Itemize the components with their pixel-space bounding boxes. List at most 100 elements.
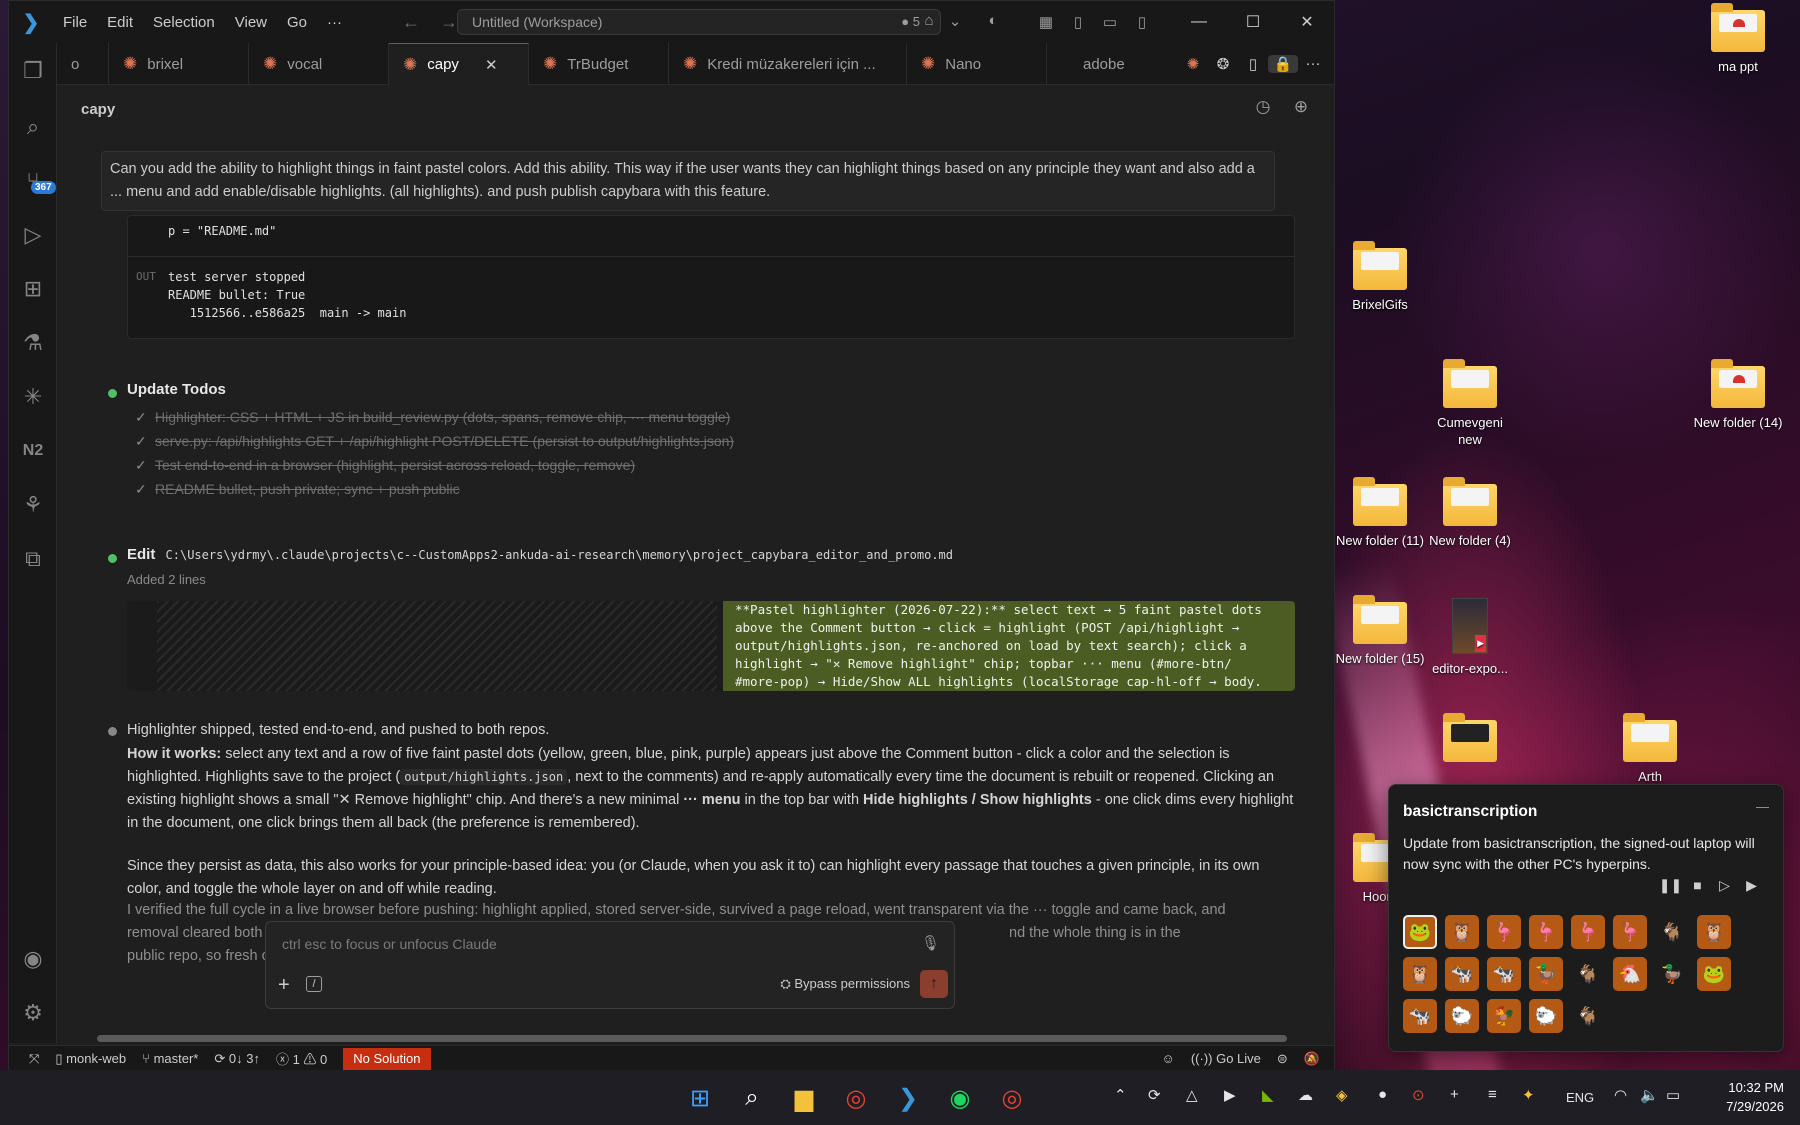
desktop-icon-new-folder-4[interactable]: New folder (4) xyxy=(1424,477,1516,549)
desktop-icon-editor-export[interactable]: editor-expo... xyxy=(1424,598,1516,677)
lock-icon[interactable]: 🔒 xyxy=(1268,54,1298,73)
customize-layout-icon[interactable]: ▦ xyxy=(1030,13,1062,31)
branch-indicator[interactable]: ⑂ master* xyxy=(134,1051,206,1066)
reaction-emoji[interactable]: 🦉 xyxy=(1445,915,1479,949)
run-debug-icon[interactable]: ▷ xyxy=(9,215,57,255)
desktop-icon-cumevgeni[interactable]: Cumevgeni new xyxy=(1424,359,1516,448)
testing-icon[interactable]: ⚗ xyxy=(9,323,57,363)
minimize-icon[interactable]: — xyxy=(1172,13,1226,31)
nvidia-tray-icon[interactable]: ◣ xyxy=(1262,1086,1274,1104)
system-clock[interactable]: 10:32 PM 7/29/2026 xyxy=(1712,1078,1784,1116)
copilot-icon[interactable]: ☺ xyxy=(1154,1051,1183,1067)
desktop-icon-folder-blank[interactable] xyxy=(1424,713,1516,768)
reaction-emoji[interactable]: 🐐 xyxy=(1655,915,1689,949)
tab-kredi[interactable]: ✺ Kredi müzakereleri için ... xyxy=(669,43,907,85)
menu-view[interactable]: View xyxy=(225,14,277,31)
search-icon[interactable]: ⌕ xyxy=(9,107,57,147)
maximize-icon[interactable]: ☐ xyxy=(1226,12,1280,32)
remote-name[interactable]: ▯ monk-web xyxy=(47,1051,134,1067)
chrome-icon[interactable]: ◎ xyxy=(996,1082,1028,1114)
menu-more[interactable]: ··· xyxy=(317,14,352,31)
microphone-icon[interactable]: 🎙 xyxy=(921,934,940,952)
menu-go[interactable]: Go xyxy=(277,14,317,31)
scroll-thumb[interactable] xyxy=(97,1035,1287,1042)
desktop-icon-brixelgifs[interactable]: BrixelGifs xyxy=(1334,241,1426,313)
app2-tray-icon[interactable]: ✦ xyxy=(1522,1086,1535,1104)
problems-indicator[interactable]: ⓧ 1 ⚠ 0 xyxy=(268,1049,335,1068)
battery-icon[interactable]: ▭ xyxy=(1666,1086,1680,1104)
search-icon[interactable]: ⌕ xyxy=(736,1082,768,1114)
reaction-emoji[interactable]: 🦆 xyxy=(1529,957,1563,991)
source-control-icon[interactable]: ⑂ 367 xyxy=(9,161,57,201)
reaction-emoji[interactable]: 🦩 xyxy=(1487,915,1521,949)
split-editor-icon[interactable]: ▯ xyxy=(1238,55,1268,73)
play-outline-icon[interactable]: ▷ xyxy=(1711,877,1738,894)
language-indicator[interactable]: ENG xyxy=(1566,1090,1594,1105)
power-tray-icon[interactable]: ⊙ xyxy=(1412,1086,1425,1104)
close-tab-icon[interactable]: ✕ xyxy=(485,56,498,74)
chevron-down-icon[interactable]: ⌄ xyxy=(939,12,971,30)
menu-selection[interactable]: Selection xyxy=(143,14,225,31)
reaction-emoji[interactable]: 🐄 xyxy=(1403,999,1437,1033)
claude-star-icon[interactable]: ✺ xyxy=(1178,55,1208,73)
python-icon[interactable]: ⚘ xyxy=(9,485,57,525)
explorer-icon[interactable]: ❐ xyxy=(9,51,57,91)
desktop-icon-new-folder-14[interactable]: New folder (14) xyxy=(1692,359,1784,431)
back-arrow-icon[interactable]: ← xyxy=(392,12,430,33)
tab-o[interactable]: o xyxy=(57,43,109,85)
toggle-secondary-sidebar-icon[interactable]: ▯ xyxy=(1126,13,1158,31)
slash-command-icon[interactable]: / xyxy=(306,976,322,992)
reaction-emoji[interactable]: 🐸 xyxy=(1697,957,1731,991)
reaction-emoji[interactable]: 🐐 xyxy=(1571,999,1605,1033)
tab-vocal[interactable]: ✺ vocal xyxy=(249,43,389,85)
chrome-profile-icon[interactable]: ◎ xyxy=(840,1082,872,1114)
settings-gear-icon[interactable]: ⚙ xyxy=(9,993,57,1033)
toggle-primary-sidebar-icon[interactable]: ▯ xyxy=(1062,13,1094,31)
history-icon[interactable]: ◷ xyxy=(1244,97,1282,117)
desktop-icon-new-folder-11[interactable]: New folder (11) xyxy=(1334,477,1426,549)
volume-icon[interactable]: 🔈 xyxy=(1640,1086,1659,1104)
command-center-search[interactable]: Untitled (Workspace) ● 5 xyxy=(457,9,941,35)
openai-icon[interactable]: ❂ xyxy=(1208,55,1238,73)
reaction-emoji[interactable]: 🐑 xyxy=(1529,999,1563,1033)
extensions-icon[interactable]: ⊞ xyxy=(9,269,57,309)
horizontal-scrollbar[interactable] xyxy=(75,1033,1315,1043)
chat-input[interactable]: ctrl esc to focus or unfocus Claude xyxy=(282,936,497,952)
drive-tray-icon[interactable]: △ xyxy=(1186,1086,1198,1104)
desktop-icon-new-folder-15[interactable]: New folder (15) xyxy=(1334,595,1426,667)
media-tray-icon[interactable]: ▶ xyxy=(1224,1086,1236,1104)
remote-explorer-icon[interactable]: ⧉ xyxy=(9,539,57,579)
account-icon[interactable]: ◉ xyxy=(9,939,57,979)
no-solution-badge[interactable]: No Solution xyxy=(343,1047,431,1070)
reaction-emoji[interactable]: 🦉 xyxy=(1697,915,1731,949)
file-explorer-icon[interactable]: ▆ xyxy=(788,1082,820,1114)
reaction-emoji[interactable]: 🐄 xyxy=(1487,957,1521,991)
more-actions-icon[interactable]: ··· xyxy=(1298,55,1328,72)
add-attachment-icon[interactable]: + xyxy=(278,974,290,997)
reaction-emoji[interactable]: 🐸 xyxy=(1403,915,1437,949)
stop-icon[interactable]: ■ xyxy=(1684,877,1711,894)
onedrive-tray-icon[interactable]: ☁ xyxy=(1298,1086,1313,1104)
tab-capy[interactable]: ✺ capy ✕ xyxy=(389,43,529,85)
equalizer-tray-icon[interactable]: ≡ xyxy=(1488,1086,1497,1103)
play-icon[interactable]: ▶ xyxy=(1738,877,1765,894)
tab-adobe[interactable]: adobe xyxy=(1047,43,1137,85)
record-tray-icon[interactable]: ● xyxy=(1378,1086,1387,1103)
tab-trbudget[interactable]: ✺ TrBudget xyxy=(529,43,669,85)
reaction-emoji[interactable]: 🐓 xyxy=(1487,999,1521,1033)
reaction-emoji[interactable]: 🦩 xyxy=(1529,915,1563,949)
reaction-emoji[interactable]: 🦩 xyxy=(1571,915,1605,949)
desktop-icon-arth[interactable]: Arth xyxy=(1604,713,1696,785)
reaction-emoji[interactable]: 🐐 xyxy=(1571,957,1605,991)
menu-edit[interactable]: Edit xyxy=(97,14,143,31)
pause-icon[interactable]: ❚❚ xyxy=(1657,877,1684,894)
windows-start-icon[interactable]: ⊞ xyxy=(684,1082,716,1114)
bypass-permissions-toggle[interactable]: ⛭ Bypass permissions xyxy=(780,976,910,992)
reaction-emoji[interactable]: 🐄 xyxy=(1445,957,1479,991)
send-button[interactable]: ↑ xyxy=(920,970,948,998)
reaction-emoji[interactable]: 🦉 xyxy=(1403,957,1437,991)
sync-indicator[interactable]: ⟳ 0↓ 3↑ xyxy=(206,1051,268,1067)
claude-icon[interactable]: ✳ xyxy=(9,377,57,417)
accounts-shield-icon[interactable]: ◐ xyxy=(977,12,1009,29)
go-live-button[interactable]: ((·)) Go Live xyxy=(1183,1051,1269,1067)
